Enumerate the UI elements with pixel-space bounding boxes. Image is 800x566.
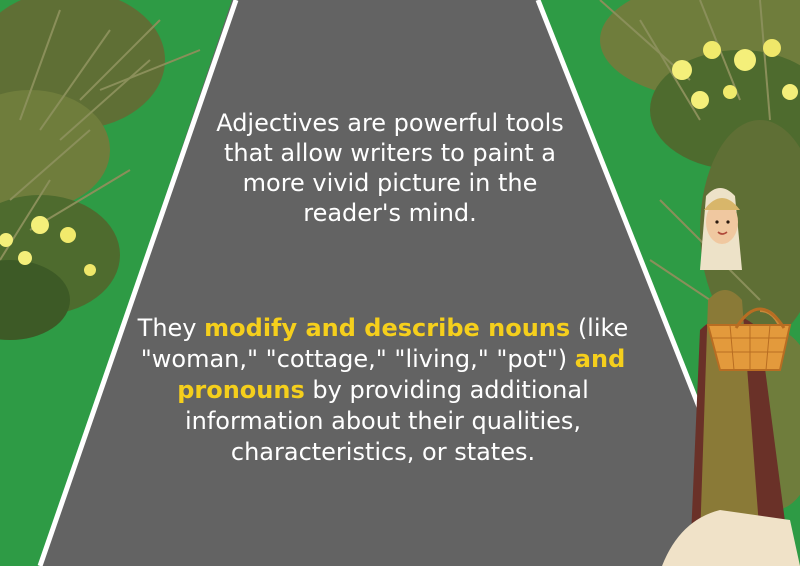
road-scene-background xyxy=(0,0,800,566)
detail-paragraph: They modify and describe nouns (like "wo… xyxy=(118,313,648,468)
highlight-nouns: modify and describe nouns xyxy=(204,314,571,342)
intro-paragraph: Adjectives are powerful tools that allow… xyxy=(216,109,564,227)
detail-text-part1: They xyxy=(137,314,205,342)
